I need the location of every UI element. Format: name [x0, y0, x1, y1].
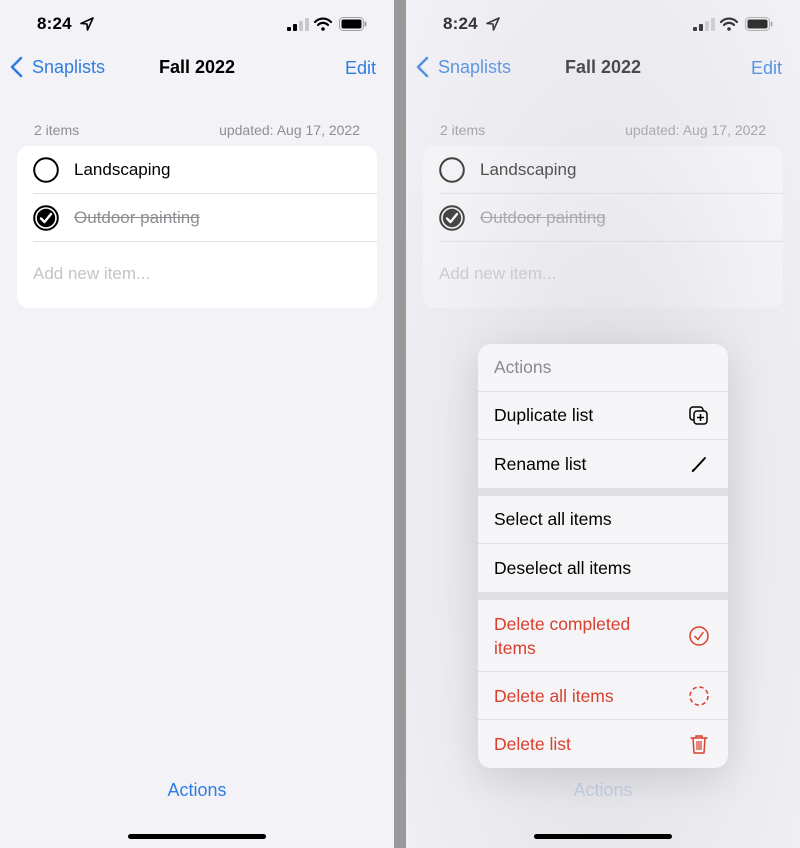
- battery-icon: [339, 17, 367, 31]
- menu-item-deselect-all[interactable]: Deselect all items: [478, 544, 728, 592]
- actions-menu: Actions Duplicate list Rename list Selec…: [478, 344, 728, 768]
- page-title: Fall 2022: [158, 57, 236, 77]
- status-bar: 8:24: [406, 14, 800, 36]
- cellular-signal-icon: [693, 18, 715, 31]
- navigation-bar: Snaplists Fall 2022 Edit: [406, 52, 800, 84]
- dashed-circle-icon: [689, 685, 709, 706]
- status-time: 8:24: [37, 14, 72, 33]
- actions-button[interactable]: Actions: [0, 780, 394, 801]
- menu-item-delete-completed[interactable]: Delete completed items: [478, 600, 728, 672]
- updated-date: updated: Aug 17, 2022: [219, 122, 360, 138]
- status-bar: 8:24: [0, 14, 394, 36]
- menu-group-separator: [478, 488, 728, 496]
- home-indicator[interactable]: [128, 834, 266, 839]
- menu-item-label: Deselect all items: [494, 557, 632, 578]
- wifi-icon: [314, 17, 332, 31]
- updated-date: updated: Aug 17, 2022: [625, 122, 766, 138]
- menu-item-label: Rename list: [494, 453, 587, 474]
- list-screen-with-actions-menu: 8:24 Snaplists Fall 2022 Edit 2 items up…: [406, 0, 800, 848]
- cellular-signal-icon: [287, 18, 309, 31]
- add-item-input[interactable]: Add new item...: [33, 264, 150, 284]
- menu-item-rename-list[interactable]: Rename list: [478, 440, 728, 488]
- list-item[interactable]: Outdoor painting: [439, 194, 783, 242]
- list-item[interactable]: Outdoor painting: [33, 194, 377, 242]
- home-indicator[interactable]: [534, 834, 672, 839]
- menu-header-label: Actions: [494, 357, 552, 377]
- checked-circle-icon[interactable]: [33, 204, 59, 231]
- menu-header: Actions: [478, 344, 728, 392]
- list-meta: 2 items updated: Aug 17, 2022: [34, 122, 360, 138]
- menu-item-label: Delete list: [494, 734, 571, 754]
- item-count: 2 items: [440, 122, 486, 138]
- menu-item-delete-list[interactable]: Delete list: [478, 720, 728, 768]
- item-label: Outdoor painting: [74, 207, 200, 227]
- location-arrow-icon: [486, 17, 500, 31]
- list-card: Landscaping Outdoor painting Add new ite…: [17, 146, 377, 308]
- list-item[interactable]: Landscaping: [439, 146, 783, 194]
- duplicate-icon: [689, 405, 708, 425]
- menu-item-label: Delete completed items: [494, 613, 631, 658]
- unchecked-circle-icon[interactable]: [439, 156, 465, 183]
- battery-icon: [745, 17, 773, 31]
- page-title: Fall 2022: [564, 57, 642, 77]
- list-meta: 2 items updated: Aug 17, 2022: [440, 122, 766, 138]
- menu-group-separator: [478, 592, 728, 600]
- add-item-input[interactable]: Add new item...: [439, 264, 556, 284]
- list-screen: 8:24 Snaplists Fall 2022 Edit 2 items up…: [0, 0, 394, 848]
- navigation-bar: Snaplists Fall 2022 Edit: [0, 52, 394, 84]
- pencil-icon: [691, 457, 706, 473]
- item-label: Outdoor painting: [480, 207, 606, 227]
- trash-icon: [690, 735, 708, 754]
- list-card: Landscaping Outdoor painting Add new ite…: [423, 146, 783, 308]
- check-circle-icon: [689, 625, 709, 646]
- wifi-icon: [720, 17, 738, 31]
- status-time: 8:24: [443, 14, 478, 33]
- menu-item-delete-all[interactable]: Delete all items: [478, 672, 728, 720]
- item-count: 2 items: [34, 122, 80, 138]
- location-arrow-icon: [80, 17, 94, 31]
- menu-item-label: Select all items: [494, 509, 612, 529]
- actions-button[interactable]: Actions: [406, 780, 800, 801]
- menu-item-label: Delete all items: [494, 685, 614, 706]
- item-label: Landscaping: [480, 159, 577, 179]
- checked-circle-icon[interactable]: [439, 204, 465, 231]
- edit-button[interactable]: Edit: [751, 58, 782, 79]
- menu-item-duplicate-list[interactable]: Duplicate list: [478, 392, 728, 440]
- unchecked-circle-icon[interactable]: [33, 156, 59, 183]
- screenshot-divider: [394, 0, 406, 848]
- list-item[interactable]: Landscaping: [33, 146, 377, 194]
- menu-item-select-all[interactable]: Select all items: [478, 496, 728, 544]
- edit-button[interactable]: Edit: [345, 58, 376, 79]
- menu-item-label: Duplicate list: [494, 405, 594, 425]
- item-label: Landscaping: [74, 159, 171, 179]
